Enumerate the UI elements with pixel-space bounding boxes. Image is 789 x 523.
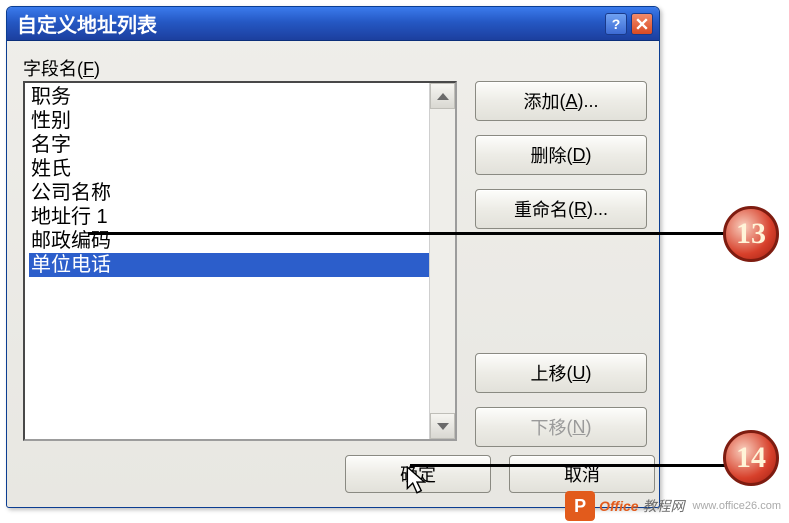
move-down-button: 下移(N) <box>475 407 647 447</box>
list-item[interactable]: 地址行 1 <box>29 205 429 229</box>
title-controls: ? <box>605 13 653 35</box>
annotation-line-14 <box>410 464 725 467</box>
watermark: P Office教程网 www.office26.com <box>565 491 781 521</box>
side-button-group: 添加(A)... 删除(D) 重命名(R)... <box>475 81 647 229</box>
listbox-viewport[interactable]: 职务性别名字姓氏公司名称地址行 1邮政编码单位电话 <box>25 83 429 439</box>
dialog-body: 字段名(F) 职务性别名字姓氏公司名称地址行 1邮政编码单位电话 添加(A)..… <box>7 41 659 507</box>
field-listbox[interactable]: 职务性别名字姓氏公司名称地址行 1邮政编码单位电话 <box>23 81 457 441</box>
list-item[interactable]: 姓氏 <box>29 157 429 181</box>
ok-button[interactable]: 确定 <box>345 455 491 493</box>
scroll-track[interactable] <box>430 109 455 413</box>
annotation-badge-13: 13 <box>723 206 779 262</box>
annotation-line-13 <box>88 232 725 235</box>
help-icon: ? <box>612 16 621 32</box>
bottom-button-group: 确定 取消 <box>345 455 655 493</box>
delete-button[interactable]: 删除(D) <box>475 135 647 175</box>
rename-button[interactable]: 重命名(R)... <box>475 189 647 229</box>
add-button[interactable]: 添加(A)... <box>475 81 647 121</box>
move-up-button[interactable]: 上移(U) <box>475 353 647 393</box>
move-button-group: 上移(U) 下移(N) <box>475 353 647 447</box>
annotation-badge-14: 14 <box>723 430 779 486</box>
field-name-label: 字段名(F) <box>23 55 643 81</box>
list-item[interactable]: 名字 <box>29 133 429 157</box>
chevron-up-icon <box>437 93 449 100</box>
cancel-button[interactable]: 取消 <box>509 455 655 493</box>
close-button[interactable] <box>631 13 653 35</box>
help-button[interactable]: ? <box>605 13 627 35</box>
list-item[interactable]: 单位电话 <box>29 253 429 277</box>
dialog-title: 自定义地址列表 <box>17 9 157 38</box>
list-item[interactable]: 性别 <box>29 109 429 133</box>
watermark-logo-icon: P <box>565 491 595 521</box>
scroll-down-button[interactable] <box>430 413 455 439</box>
custom-address-list-dialog: 自定义地址列表 ? 字段名(F) 职务性别名字姓氏公司名称地址行 1邮政编码单位… <box>6 6 660 508</box>
vertical-scrollbar[interactable] <box>429 83 455 439</box>
titlebar[interactable]: 自定义地址列表 ? <box>7 7 659 41</box>
list-item[interactable]: 职务 <box>29 85 429 109</box>
close-icon <box>636 18 648 30</box>
list-item[interactable]: 公司名称 <box>29 181 429 205</box>
chevron-down-icon <box>437 423 449 430</box>
scroll-up-button[interactable] <box>430 83 455 109</box>
